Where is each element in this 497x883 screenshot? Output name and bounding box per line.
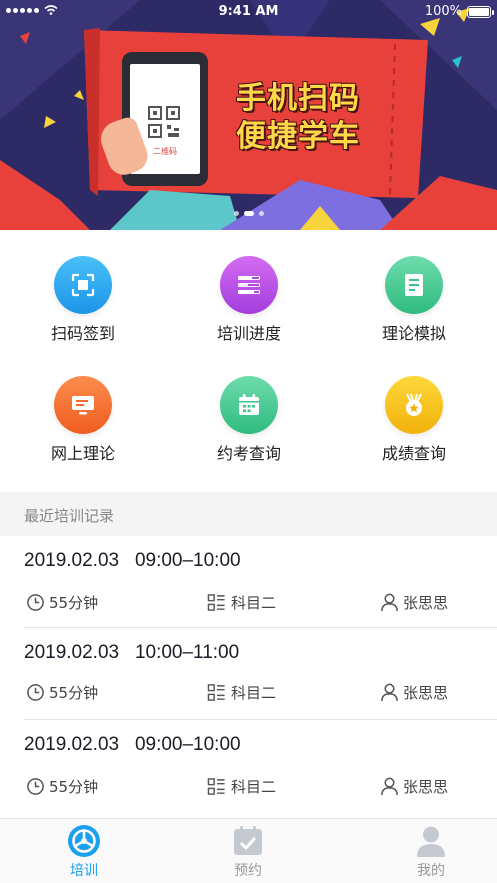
record-datetime: 2019.02.03 10:00–11:00 [24,642,239,664]
record-subject: 科目二 [207,776,276,797]
section-title: 最近培训记录 [24,507,115,525]
user-icon [381,683,398,702]
document-icon [385,256,443,314]
bottom-tab-bar: 培训 预约 我的 [0,818,497,883]
calendar-icon [220,376,278,434]
feature-label: 扫码签到 [50,324,115,343]
coach-text: 张思思 [403,684,449,702]
clock-icon [27,594,44,611]
slogan-line-1: 手机扫码 [236,81,360,116]
duration-text: 55分钟 [49,594,99,612]
scan-icon [54,256,112,314]
subject-text: 科目二 [231,684,277,702]
monitor-icon [54,376,112,434]
tab-profile[interactable]: 我的 [391,825,471,880]
feature-exam-booking-query[interactable]: 约考查询 [166,376,332,464]
clock-icon [27,778,44,795]
training-record[interactable]: 2019.02.03 10:00–11:00 55分钟 科目二 张思思 [0,628,497,720]
medal-icon [385,376,443,434]
carousel-indicator [234,211,264,216]
user-icon [381,593,398,612]
list-icon [207,594,225,611]
tab-training[interactable]: 培训 [44,825,124,880]
coach-text: 张思思 [403,594,449,612]
banner-slogan: 手机扫码 便捷学车 [236,80,360,156]
records-section-header: 最近培训记录 [0,492,497,536]
promo-banner[interactable]: 9:41 AM 100% 二维码 手机扫码 便捷学车 [0,0,497,230]
record-duration: 55分钟 [26,682,98,703]
record-time: 09:00–10:00 [134,550,241,571]
feature-grid: 扫码签到 培训进度 理论模拟 网上理论 约考查询 成绩查询 [0,230,497,492]
training-record[interactable]: 2019.02.03 09:00–10:00 55分钟 科目二 张思思 [0,536,497,628]
subject-text: 科目二 [231,778,277,796]
feature-label: 培训进度 [216,324,281,343]
feature-label: 成绩查询 [381,444,446,463]
carousel-dot[interactable] [259,211,264,216]
record-time: 10:00–11:00 [134,642,240,663]
record-datetime: 2019.02.03 09:00–10:00 [24,550,241,572]
progress-icon [220,256,278,314]
record-subject: 科目二 [207,592,276,613]
coach-text: 张思思 [403,778,449,796]
record-time: 09:00–10:00 [134,734,241,755]
feature-label: 网上理论 [50,444,115,463]
duration-text: 55分钟 [49,778,99,796]
status-time: 9:41 AM [218,4,279,19]
feature-score-query[interactable]: 成绩查询 [331,376,497,464]
qr-code-icon [148,106,180,138]
record-date: 2019.02.03 [24,734,120,755]
feature-online-theory[interactable]: 网上理论 [0,376,166,464]
battery-indicator: 100% [424,4,494,19]
feature-scan-checkin[interactable]: 扫码签到 [0,256,166,344]
user-icon [415,825,447,857]
record-subject: 科目二 [207,682,276,703]
feature-training-progress[interactable]: 培训进度 [166,256,332,344]
status-bar: 9:41 AM 100% [0,0,497,24]
feature-label: 约考查询 [216,444,281,463]
record-duration: 55分钟 [26,592,98,613]
record-date: 2019.02.03 [24,642,120,663]
duration-text: 55分钟 [49,684,99,702]
carousel-dot[interactable] [234,211,239,216]
record-duration: 55分钟 [26,776,98,797]
carousel-dot-active[interactable] [244,211,254,216]
tab-label: 我的 [417,863,445,879]
record-datetime: 2019.02.03 09:00–10:00 [24,734,241,756]
subject-text: 科目二 [231,594,277,612]
battery-percent: 100% [424,4,462,19]
tab-label: 培训 [70,863,98,879]
feature-theory-mock[interactable]: 理论模拟 [331,256,497,344]
slogan-line-2: 便捷学车 [236,119,360,154]
record-date: 2019.02.03 [24,550,120,571]
tab-booking[interactable]: 预约 [208,825,288,880]
record-coach: 张思思 [380,776,448,797]
steering-wheel-icon [68,825,100,857]
clock-icon [27,684,44,701]
training-record[interactable]: 2019.02.03 09:00–10:00 55分钟 科目二 张思思 [0,720,497,812]
feature-label: 理论模拟 [381,324,446,343]
calendar-check-icon [232,825,264,857]
user-icon [381,777,398,796]
list-icon [207,778,225,795]
battery-icon [467,5,494,18]
record-coach: 张思思 [380,592,448,613]
record-coach: 张思思 [380,682,448,703]
tab-label: 预约 [234,863,262,879]
list-icon [207,684,225,701]
